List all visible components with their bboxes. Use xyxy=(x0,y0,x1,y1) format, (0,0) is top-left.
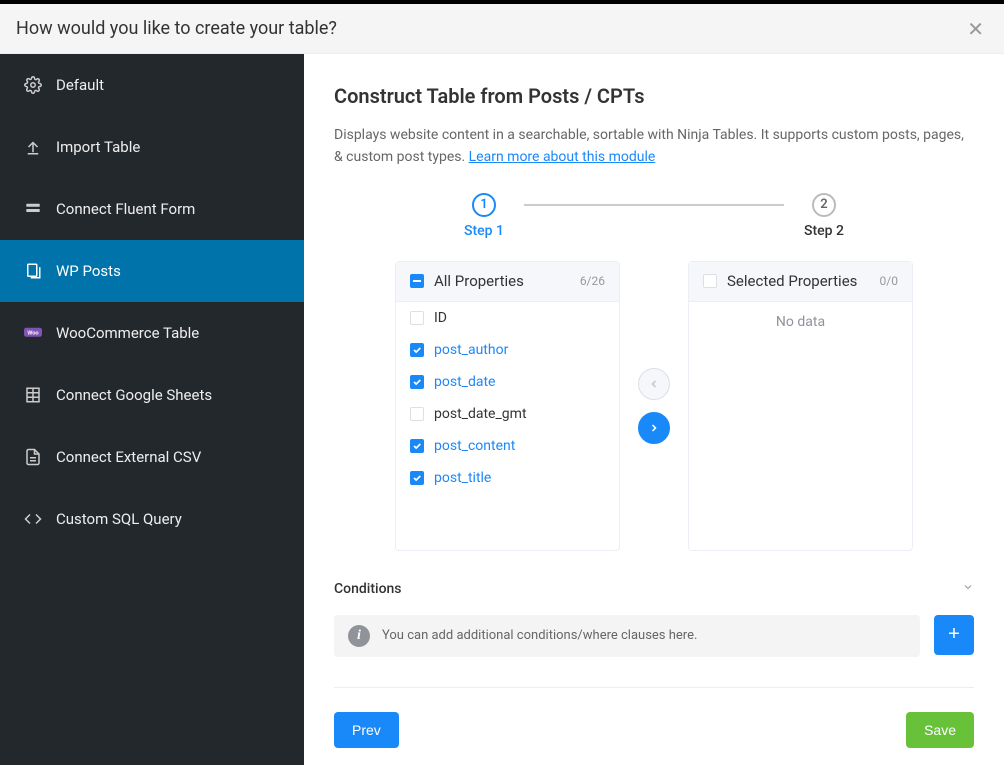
page-description: Displays website content in a searchable… xyxy=(334,124,974,169)
add-condition-button[interactable]: + xyxy=(934,615,974,655)
checkbox-icon[interactable] xyxy=(410,471,424,485)
property-item[interactable]: post_author xyxy=(396,334,619,366)
sidebar-item-import[interactable]: Import Table xyxy=(0,116,304,178)
conditions-header[interactable]: Conditions xyxy=(334,581,974,597)
page-title: Construct Table from Posts / CPTs xyxy=(334,84,974,108)
all-properties-panel: All Properties 6/26 ID post_author xyxy=(395,261,620,551)
move-left-button[interactable] xyxy=(638,368,670,400)
sidebar-item-label: WooCommerce Table xyxy=(56,324,199,342)
learn-more-link[interactable]: Learn more about this module xyxy=(469,149,656,165)
sidebar-item-sql[interactable]: Custom SQL Query xyxy=(0,488,304,550)
modal-title: How would you like to create your table? xyxy=(16,18,337,39)
selected-properties-list[interactable]: No data xyxy=(689,302,912,550)
sidebar-item-woocommerce[interactable]: Woo WooCommerce Table xyxy=(0,302,304,364)
info-icon: i xyxy=(348,625,370,647)
sidebar-item-google-sheets[interactable]: Connect Google Sheets xyxy=(0,364,304,426)
file-icon xyxy=(24,448,42,466)
property-transfer: All Properties 6/26 ID post_author xyxy=(334,261,974,551)
checkbox-icon[interactable] xyxy=(410,375,424,389)
woo-icon: Woo xyxy=(24,324,42,342)
sidebar-item-label: Import Table xyxy=(56,138,140,156)
code-icon xyxy=(24,510,42,528)
step-connector xyxy=(524,204,784,206)
property-item[interactable]: ID xyxy=(396,302,619,334)
select-all-checkbox[interactable] xyxy=(703,274,717,288)
svg-text:Woo: Woo xyxy=(27,331,38,337)
sidebar-item-fluent-form[interactable]: Connect Fluent Form xyxy=(0,178,304,240)
checkbox-icon[interactable] xyxy=(410,439,424,453)
upload-icon xyxy=(24,138,42,156)
conditions-hint-alert: i You can add additional conditions/wher… xyxy=(334,615,920,657)
sidebar-item-wp-posts[interactable]: WP Posts xyxy=(0,240,304,302)
sidebar-item-label: WP Posts xyxy=(56,262,121,280)
step-1[interactable]: 1 Step 1 xyxy=(444,193,524,239)
step-2[interactable]: 2 Step 2 xyxy=(784,193,864,239)
save-button[interactable]: Save xyxy=(906,712,974,748)
sidebar-item-label: Connect Fluent Form xyxy=(56,200,195,218)
all-properties-list[interactable]: ID post_author post_date post_date_ xyxy=(396,302,619,550)
sidebar-item-label: Connect Google Sheets xyxy=(56,386,212,404)
panel-count: 6/26 xyxy=(580,274,605,288)
panel-title: All Properties xyxy=(434,272,524,290)
close-icon[interactable]: ✕ xyxy=(967,19,984,39)
property-item[interactable]: post_date xyxy=(396,366,619,398)
move-right-button[interactable] xyxy=(638,412,670,444)
sidebar-item-external-csv[interactable]: Connect External CSV xyxy=(0,426,304,488)
empty-state: No data xyxy=(689,302,912,342)
checkbox-icon[interactable] xyxy=(410,311,424,325)
spreadsheet-icon xyxy=(24,386,42,404)
property-item[interactable]: post_content xyxy=(396,430,619,462)
checkbox-icon[interactable] xyxy=(410,343,424,357)
chevron-down-icon xyxy=(962,581,974,597)
panel-title: Selected Properties xyxy=(727,272,857,290)
select-all-checkbox[interactable] xyxy=(410,274,424,288)
create-table-modal: How would you like to create your table?… xyxy=(0,4,1004,765)
source-sidebar: Default Import Table Connect Fluent Form… xyxy=(0,54,304,765)
modal-header: How would you like to create your table?… xyxy=(0,4,1004,54)
main-content: Construct Table from Posts / CPTs Displa… xyxy=(304,54,1004,765)
panel-count: 0/0 xyxy=(880,274,898,288)
form-icon xyxy=(24,200,42,218)
selected-properties-panel: Selected Properties 0/0 No data xyxy=(688,261,913,551)
property-item[interactable]: post_date_gmt xyxy=(396,398,619,430)
sidebar-item-label: Default xyxy=(56,76,104,94)
posts-icon xyxy=(24,262,42,280)
property-item[interactable]: post_title xyxy=(396,462,619,494)
gear-icon xyxy=(24,76,42,94)
prev-button[interactable]: Prev xyxy=(334,712,399,748)
sidebar-item-default[interactable]: Default xyxy=(0,54,304,116)
checkbox-icon[interactable] xyxy=(410,407,424,421)
step-indicator: 1 Step 1 2 Step 2 xyxy=(334,193,974,239)
sidebar-item-label: Connect External CSV xyxy=(56,448,201,466)
sidebar-item-label: Custom SQL Query xyxy=(56,510,182,528)
